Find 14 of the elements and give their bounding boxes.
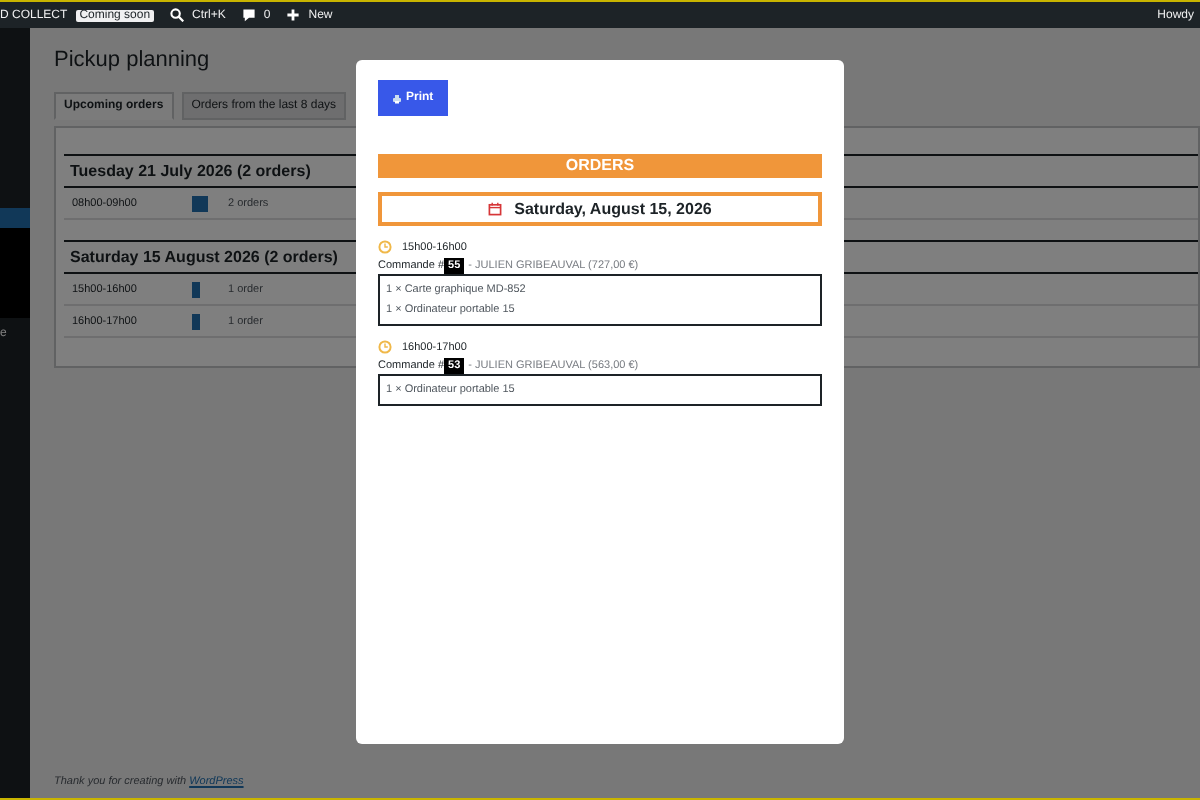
comment-icon[interactable] [241,8,256,22]
date-text: Saturday, August 15, 2026 [514,200,712,218]
search-icon[interactable] [170,8,185,22]
order-bar [192,313,200,329]
orders-header: ORDERS [378,154,822,178]
printer-icon [392,93,402,103]
calendar-icon [488,202,503,216]
sidebar-submenu [0,228,30,318]
order-bar [192,195,208,211]
page-title: Pickup planning [54,48,212,72]
plus-icon[interactable] [286,8,301,22]
clock-icon [378,240,392,254]
order-bar [192,281,200,297]
clock-icon [378,340,392,354]
